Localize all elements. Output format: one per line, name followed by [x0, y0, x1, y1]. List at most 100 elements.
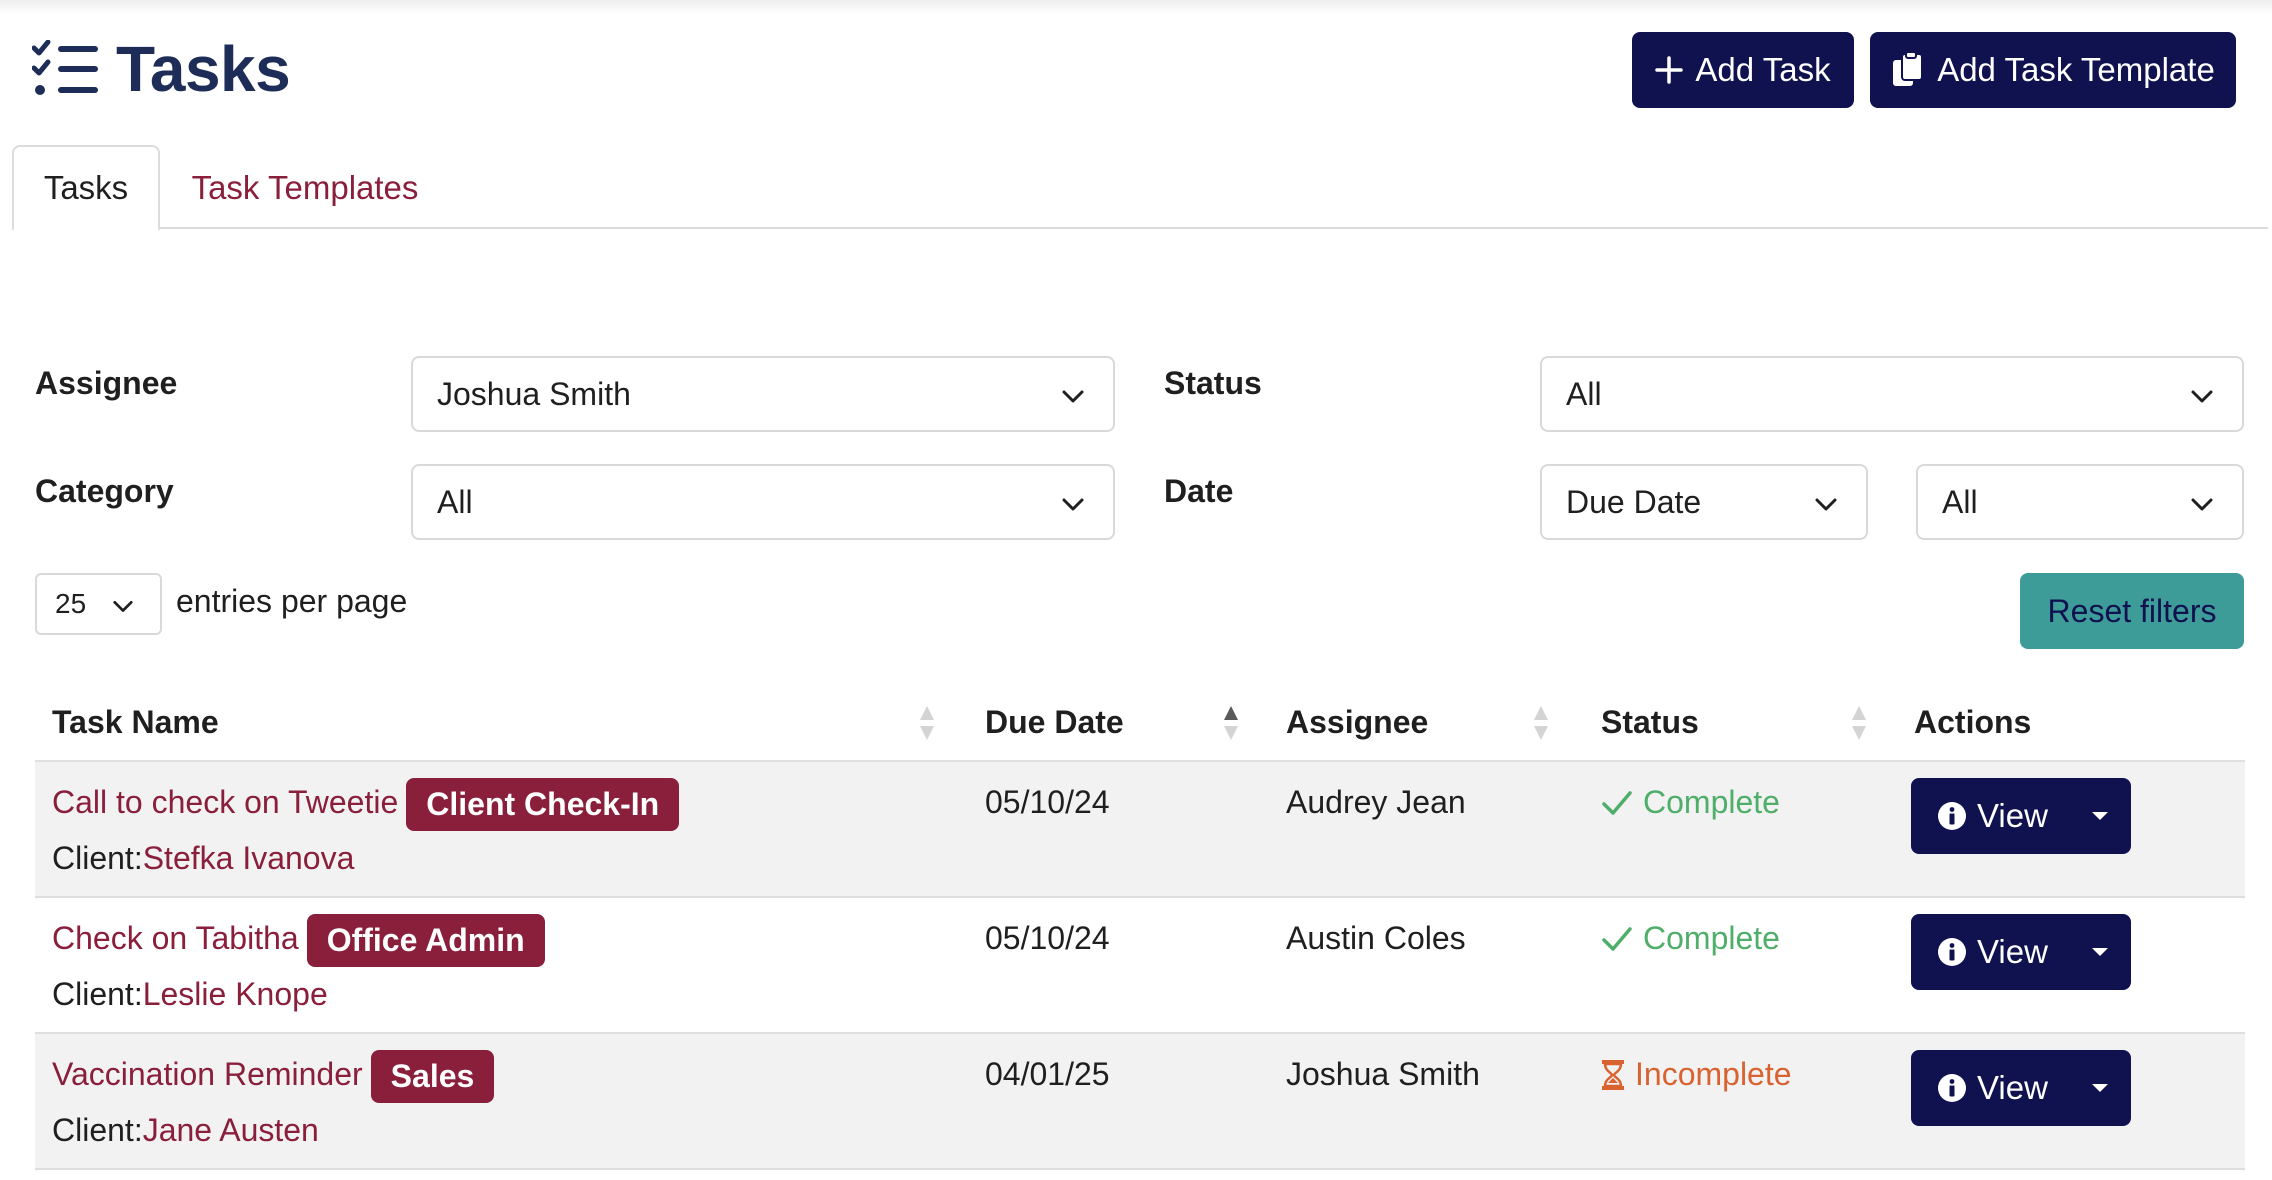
- category-badge: Client Check-In: [406, 778, 680, 831]
- task-name-cell: Call to check on Tweetie Client Check-In: [52, 778, 680, 831]
- assignee-cell: Audrey Jean: [1286, 784, 1466, 820]
- column-header-due-date[interactable]: Due Date: [985, 684, 1124, 760]
- table-row: Check on Tabitha Office Admin Client:Lesl…: [35, 898, 2245, 1034]
- view-button-group: View: [1911, 1050, 2131, 1126]
- view-button-group: View: [1911, 778, 2131, 854]
- table-row: Vaccination Reminder Sales Client:Jane Au…: [35, 1034, 2245, 1170]
- column-header-task-name[interactable]: Task Name: [52, 684, 219, 760]
- column-header-assignee[interactable]: Assignee: [1286, 684, 1428, 760]
- client-line: Client:Jane Austen: [52, 1112, 319, 1149]
- column-header-actions: Actions: [1914, 703, 2032, 740]
- task-name-link[interactable]: Call to check on Tweetie: [52, 784, 398, 820]
- caret-down-icon: [2092, 1084, 2108, 1092]
- status-filter-label: Status: [1164, 365, 1262, 401]
- tab-task-templates[interactable]: Task Templates: [180, 145, 430, 231]
- table-header: Task Name Due Date Assignee Status Actio…: [35, 684, 2245, 762]
- status-select-value: All: [1566, 375, 1602, 412]
- category-select-value: All: [437, 483, 473, 520]
- actions-dropdown-toggle[interactable]: [2069, 1050, 2131, 1126]
- task-list-icon: [32, 40, 98, 95]
- entries-per-page-label: entries per page: [176, 583, 408, 619]
- page-size-select[interactable]: 25: [35, 573, 162, 635]
- caret-down-icon: [2092, 812, 2108, 820]
- due-date-cell: 05/10/24: [985, 920, 1110, 956]
- status-cell: Complete: [1601, 920, 1780, 957]
- chevron-down-icon: [1815, 498, 1837, 511]
- check-icon: [1601, 925, 1633, 953]
- copy-icon: [1891, 52, 1925, 88]
- date-filter-label: Date: [1164, 473, 1234, 509]
- table-row: Call to check on Tweetie Client Check-In …: [35, 762, 2245, 898]
- sort-ascending-icon: [1224, 706, 1238, 740]
- caret-down-icon: [2092, 948, 2108, 956]
- assignee-select-value: Joshua Smith: [437, 375, 631, 412]
- chevron-down-icon: [1062, 498, 1084, 511]
- reset-filters-button[interactable]: Reset filters: [2020, 573, 2244, 649]
- info-icon: [1937, 937, 1967, 967]
- hourglass-icon: [1601, 1059, 1625, 1091]
- sort-icon: [1534, 706, 1548, 740]
- actions-dropdown-toggle[interactable]: [2069, 778, 2131, 854]
- assignee-cell: Joshua Smith: [1286, 1056, 1480, 1092]
- client-link[interactable]: Stefka Ivanova: [143, 840, 355, 876]
- category-badge: Office Admin: [306, 914, 545, 967]
- page-title: Tasks: [32, 33, 291, 105]
- date-field-select-value: Due Date: [1566, 483, 1702, 520]
- status-cell: Incomplete: [1601, 1056, 1792, 1093]
- page-title-text: Tasks: [116, 33, 291, 105]
- task-name-cell: Vaccination Reminder Sales: [52, 1050, 495, 1103]
- tab-tasks[interactable]: Tasks: [12, 145, 160, 231]
- chevron-down-icon: [2191, 498, 2213, 511]
- assignee-filter-label: Assignee: [35, 365, 178, 401]
- info-icon: [1937, 1073, 1967, 1103]
- status-select[interactable]: All: [1540, 356, 2244, 432]
- view-button-group: View: [1911, 914, 2131, 990]
- plus-icon: [1655, 56, 1684, 84]
- client-link[interactable]: Jane Austen: [143, 1112, 319, 1148]
- date-range-select-value: All: [1942, 483, 1978, 520]
- status-text: Complete: [1643, 920, 1780, 956]
- chevron-down-icon: [1062, 390, 1084, 403]
- check-icon: [1601, 789, 1633, 817]
- chevron-down-icon: [113, 600, 133, 612]
- client-line: Client:Stefka Ivanova: [52, 840, 354, 877]
- client-prefix: Client:: [52, 976, 143, 1012]
- status-text: Incomplete: [1635, 1056, 1792, 1092]
- sort-icon: [920, 706, 934, 740]
- chevron-down-icon: [2191, 390, 2213, 403]
- date-range-select[interactable]: All: [1916, 464, 2244, 540]
- sort-icon: [1852, 706, 1866, 740]
- view-label: View: [1977, 933, 2048, 970]
- category-badge: Sales: [370, 1050, 495, 1103]
- task-name-link[interactable]: Vaccination Reminder: [52, 1056, 363, 1092]
- due-date-cell: 04/01/25: [985, 1056, 1110, 1092]
- add-task-template-label: Add Task Template: [1937, 51, 2215, 88]
- status-text: Complete: [1643, 784, 1780, 820]
- view-button[interactable]: View: [1911, 778, 2069, 854]
- tab-bar: Tasks Task Templates: [12, 145, 2268, 231]
- actions-dropdown-toggle[interactable]: [2069, 914, 2131, 990]
- client-prefix: Client:: [52, 840, 143, 876]
- task-name-cell: Check on Tabitha Office Admin: [52, 914, 545, 967]
- task-name-link[interactable]: Check on Tabitha: [52, 920, 299, 956]
- client-link[interactable]: Leslie Knope: [143, 976, 328, 1012]
- due-date-cell: 05/10/24: [985, 784, 1110, 820]
- assignee-select[interactable]: Joshua Smith: [411, 356, 1115, 432]
- category-filter-label: Category: [35, 473, 174, 509]
- page-size-value: 25: [55, 588, 87, 619]
- view-button[interactable]: View: [1911, 1050, 2069, 1126]
- client-line: Client:Leslie Knope: [52, 976, 328, 1013]
- add-task-template-button[interactable]: Add Task Template: [1870, 32, 2236, 108]
- add-task-label: Add Task: [1695, 51, 1831, 88]
- date-field-select[interactable]: Due Date: [1540, 464, 1868, 540]
- category-select[interactable]: All: [411, 464, 1115, 540]
- column-header-status[interactable]: Status: [1601, 684, 1699, 760]
- view-button[interactable]: View: [1911, 914, 2069, 990]
- add-task-button[interactable]: Add Task: [1632, 32, 1854, 108]
- top-shadow: [0, 0, 2272, 14]
- info-icon: [1937, 801, 1967, 831]
- view-label: View: [1977, 797, 2048, 834]
- view-label: View: [1977, 1069, 2048, 1106]
- status-cell: Complete: [1601, 784, 1780, 821]
- assignee-cell: Austin Coles: [1286, 920, 1466, 956]
